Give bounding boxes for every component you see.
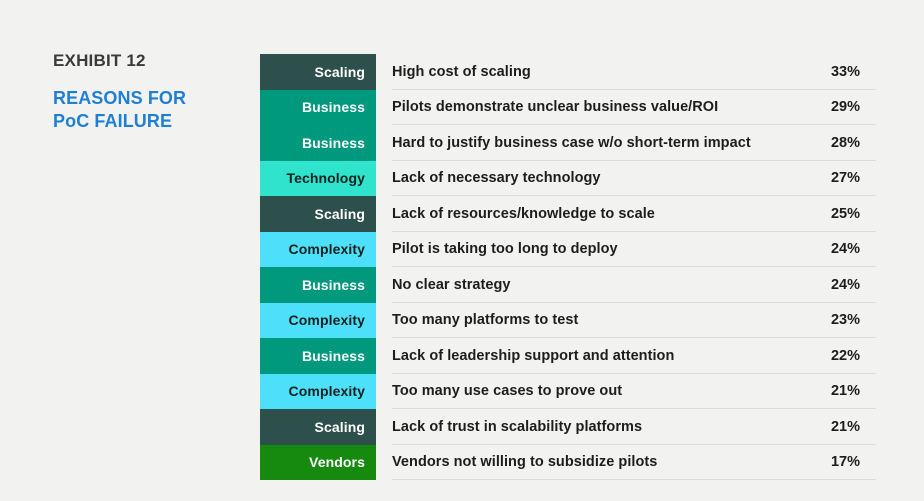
category-label: Technology — [286, 170, 365, 187]
reason-label: Lack of necessary technology — [392, 170, 601, 187]
table-row: Pilots demonstrate unclear business valu… — [392, 90, 876, 126]
table-row: Lack of trust in scalability platforms 21… — [392, 409, 876, 445]
reason-label: Pilot is taking too long to deploy — [392, 241, 618, 258]
reason-label: Too many use cases to prove out — [392, 383, 623, 400]
table-row: Too many platforms to test 23% — [392, 303, 876, 339]
table-row: Lack of resources/knowledge to scale 25% — [392, 196, 876, 232]
reason-percentage: 23% — [830, 312, 860, 329]
reasons-chart: Scaling Business Business Technology Scaling… — [260, 54, 876, 480]
reasons-list: High cost of scaling 33% Pilots demonstrat… — [392, 54, 876, 480]
table-row: Hard to justify business case w/o short-… — [392, 125, 876, 161]
reason-label: Lack of resources/knowledge to scale — [392, 205, 655, 222]
exhibit-header: EXHIBIT 12 REASONS FOR PoC FAILURE — [53, 50, 243, 133]
category-label: Scaling — [314, 418, 365, 435]
category-label: Complexity — [288, 241, 365, 258]
page-title-line-2: PoC FAILURE — [53, 111, 173, 132]
reason-percentage: 33% — [830, 63, 860, 80]
reason-label: High cost of scaling — [392, 63, 531, 80]
reason-percentage: 21% — [830, 418, 860, 435]
reason-percentage: 22% — [830, 347, 860, 364]
category-label: Scaling — [314, 205, 365, 222]
reason-label: Hard to justify business case w/o short-… — [392, 134, 751, 151]
exhibit-number-label: EXHIBIT 12 — [53, 51, 146, 70]
category-label: Complexity — [288, 312, 365, 329]
table-row: High cost of scaling 33% — [392, 54, 876, 90]
category-label: Complexity — [288, 383, 365, 400]
table-row: Lack of leadership support and attention… — [392, 338, 876, 374]
reason-percentage: 21% — [830, 383, 860, 400]
table-row: Lack of necessary technology 27% — [392, 161, 876, 197]
reason-percentage: 24% — [830, 276, 860, 293]
table-row: Too many use cases to prove out 21% — [392, 374, 876, 410]
category-label: Business — [301, 134, 365, 151]
reason-percentage: 17% — [830, 454, 860, 471]
reason-label: No clear strategy — [392, 276, 511, 293]
table-row: Vendors not willing to subsidize pilots 1… — [392, 445, 876, 481]
category-label: Business — [301, 347, 365, 364]
reason-percentage: 24% — [830, 241, 860, 258]
reason-percentage: 27% — [830, 170, 860, 187]
category-label: Scaling — [314, 63, 365, 80]
category-label: Business — [301, 99, 365, 116]
category-label: Vendors — [309, 454, 365, 471]
reason-label: Too many platforms to test — [392, 312, 579, 329]
category-color-column: Scaling Business Business Technology Scaling… — [260, 54, 376, 480]
reason-label: Lack of leadership support and attention — [392, 347, 675, 364]
table-row: Pilot is taking too long to deploy 24% — [392, 232, 876, 268]
reason-label: Vendors not willing to subsidize pilots — [392, 454, 658, 471]
reason-label: Lack of trust in scalability platforms — [392, 418, 643, 435]
reason-percentage: 25% — [830, 205, 860, 222]
category-label: Business — [301, 276, 365, 293]
reason-percentage: 29% — [830, 99, 860, 116]
page-title: REASONS FOR PoC FAILURE — [53, 87, 243, 133]
reason-percentage: 28% — [830, 134, 860, 151]
reason-label: Pilots demonstrate unclear business valu… — [392, 99, 719, 116]
page-title-line-1: REASONS FOR — [53, 88, 187, 109]
table-row: No clear strategy 24% — [392, 267, 876, 303]
